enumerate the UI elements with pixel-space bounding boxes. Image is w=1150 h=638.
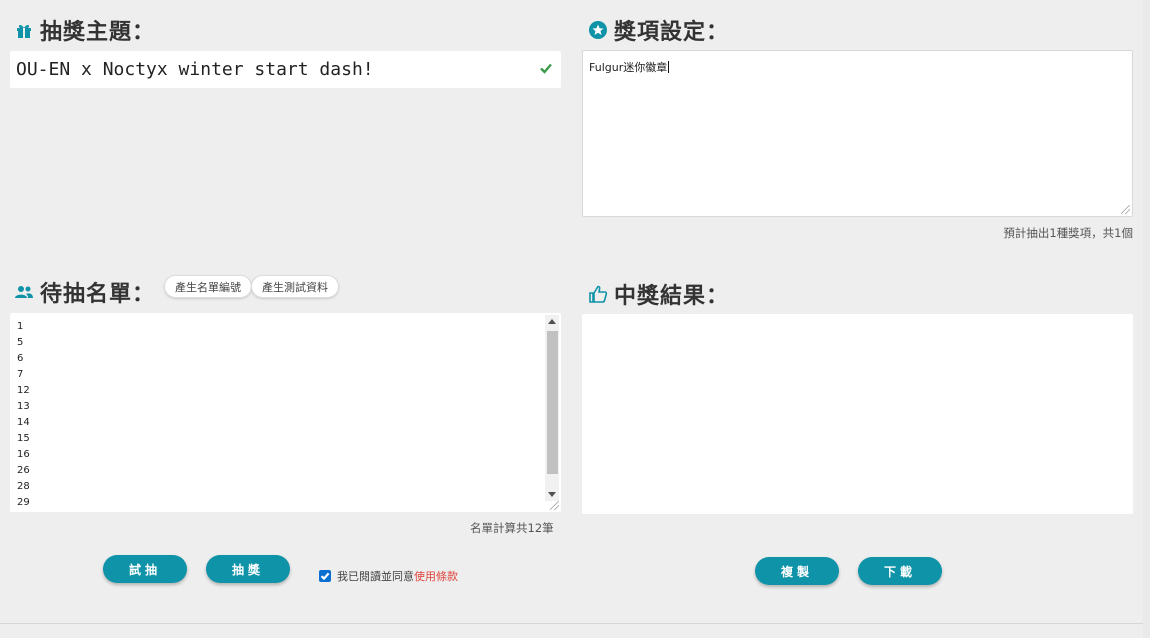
results-panel [582,314,1133,514]
agree-text: 我已閱讀並同意 [337,570,414,583]
scroll-thumb[interactable] [547,331,558,474]
check-icon [539,60,553,79]
entries-textarea[interactable]: 1 5 6 7 12 13 14 15 16 26 28 29 [10,313,561,512]
list-item: 5 [17,337,24,348]
draw-button[interactable]: 抽獎 [206,555,290,583]
list-item: 29 [17,497,30,508]
prizes-textarea[interactable]: Fulgur迷你徽章 [582,50,1133,217]
prizes-summary: 預計抽出1種獎項，共1個 [1003,226,1133,240]
page-scrollbar-track [1143,0,1150,638]
list-heading: 待抽名單： [14,276,155,308]
list-item: 7 [17,369,24,380]
scroll-down-icon[interactable] [548,492,556,497]
star-circle-icon [588,20,608,40]
list-item: 26 [17,465,30,476]
prizes-textarea-value: Fulgur迷你徽章 [589,61,668,74]
theme-heading: 抽獎主題： [14,14,155,46]
list-item: 15 [17,433,30,444]
list-heading-label: 待抽名單： [40,282,156,307]
list-item: 12 [17,385,30,396]
prizes-heading: 獎項設定： [588,14,729,46]
gift-icon [14,20,34,40]
theme-heading-label: 抽獎主題： [40,20,156,45]
trial-draw-button[interactable]: 試抽 [103,555,187,583]
list-item: 16 [17,449,30,460]
theme-input[interactable]: OU-EN x Noctyx winter start dash! [10,51,561,88]
list-item: 13 [17,401,30,412]
results-heading: 中獎結果： [588,278,729,310]
generate-list-button[interactable]: 產生名單編號 [164,275,252,298]
thumbs-up-icon [588,284,608,304]
terms-link[interactable]: 使用條款 [414,568,458,584]
download-button[interactable]: 下載 [858,557,942,585]
resize-grip-icon[interactable] [1121,205,1130,214]
copy-button[interactable]: 複製 [755,557,839,585]
results-heading-label: 中獎結果： [614,284,730,309]
entries-count: 名單計算共12筆 [470,521,554,535]
theme-input-value: OU-EN x Noctyx winter start dash! [16,59,374,80]
text-caret [668,61,670,73]
footer-divider [0,623,1143,624]
entries-list: 1 5 6 7 12 13 14 15 16 26 28 29 [10,313,561,511]
list-item: 14 [17,417,30,428]
terms-agreement: 我已閱讀並同意 使用條款 [319,568,458,584]
list-item: 1 [17,321,24,332]
prizes-heading-label: 獎項設定： [614,20,730,45]
scroll-up-icon[interactable] [548,319,556,324]
list-item: 6 [17,353,24,364]
generate-test-data-button[interactable]: 產生測試資料 [251,275,339,298]
entries-scrollbar[interactable] [545,315,559,501]
resize-grip-icon[interactable] [550,501,559,510]
list-item: 28 [17,481,30,492]
people-icon [14,282,34,302]
agree-checkbox[interactable] [319,570,331,582]
